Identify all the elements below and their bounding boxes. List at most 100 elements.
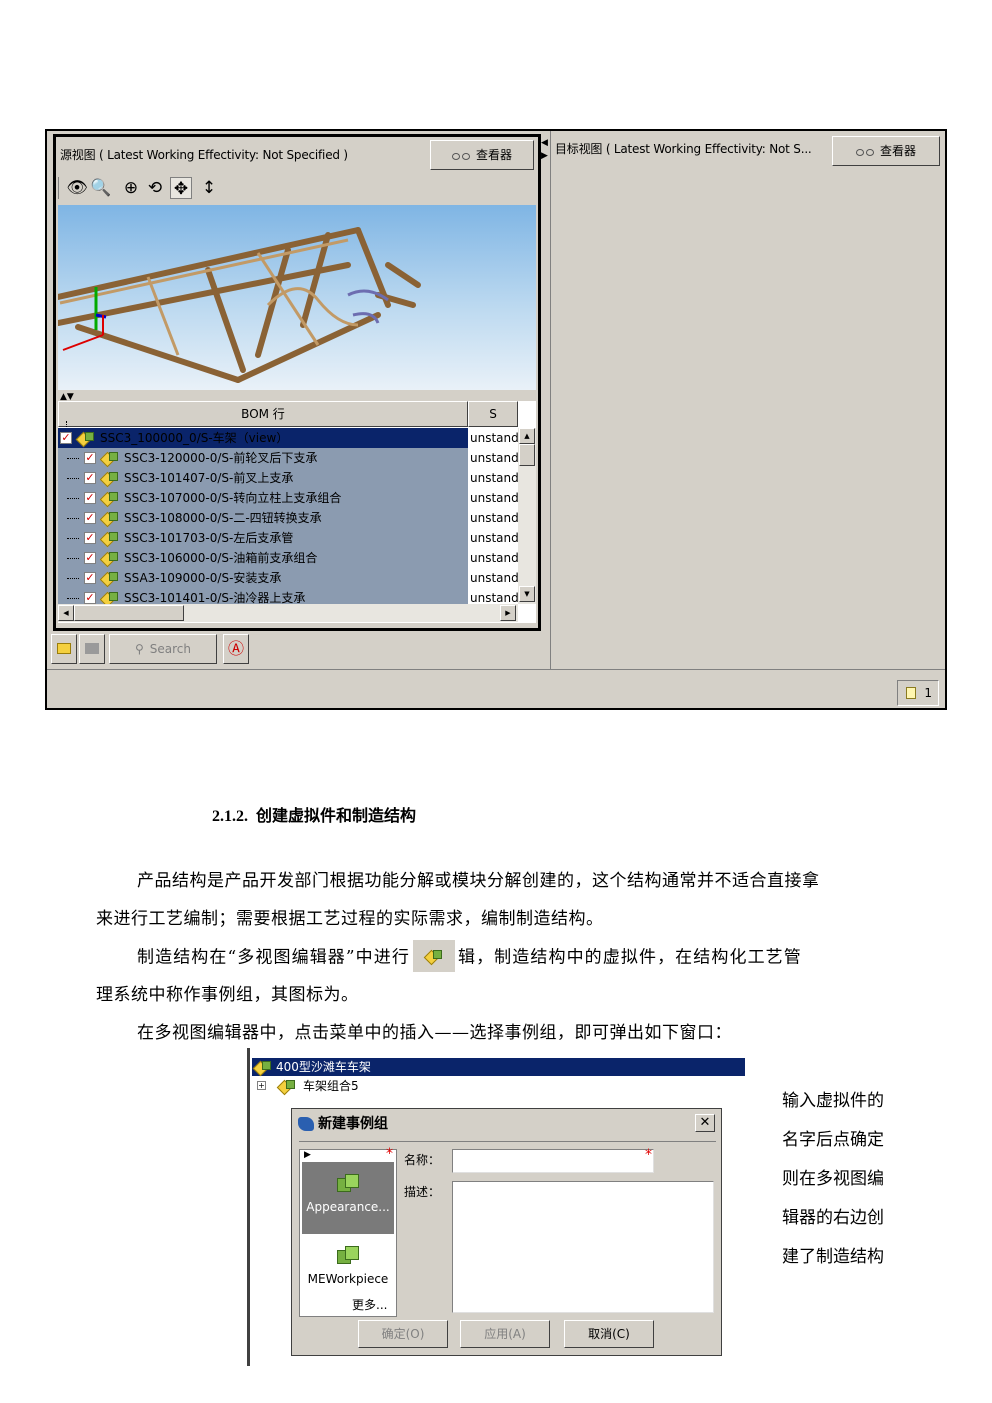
assembly-icon — [102, 591, 118, 605]
bom-column-header[interactable]: BOM 行 — [58, 401, 468, 427]
edit-icon — [412, 940, 455, 972]
table-row[interactable]: ✓ SSC3-101703-0/S-左后支承管 unstand — [58, 528, 518, 548]
p2-text-after: 辑，制造结构中的虚拟件，在结构化工艺管 — [457, 947, 802, 968]
tree-child-label: 车架组合5 — [303, 1079, 359, 1093]
target-view-pane: 目标视图 ( Latest Working Effectivity: Not S… — [550, 131, 943, 669]
horizontal-scrollbar[interactable]: ◀ ▶ — [58, 604, 518, 622]
side-note-line: 辑器的右边创 — [782, 1208, 884, 1228]
row-status: unstand — [470, 571, 518, 585]
page-count: 1 — [897, 680, 939, 706]
checkbox[interactable]: ✓ — [84, 492, 96, 504]
paragraph-2-line-1: 制造结构在“多视图编辑器”中进行 辑，制造结构中的虚拟件，在结构化工艺管 — [137, 940, 802, 974]
3d-viewport[interactable] — [58, 205, 536, 390]
checkbox[interactable]: ✓ — [84, 552, 96, 564]
row-name: SSC3_100000_0/S-车架（view） — [100, 431, 289, 445]
occurrence-group-icon — [337, 1174, 359, 1192]
type-item-meworkpiece[interactable]: MEWorkpiece — [302, 1234, 394, 1304]
type-label: MEWorkpiece — [307, 1272, 389, 1286]
target-viewer-button[interactable]: 查看器 — [832, 136, 940, 166]
row-status: unstand — [470, 531, 518, 545]
glasses-icon — [855, 148, 874, 156]
assembly-icon — [102, 571, 118, 585]
checkbox[interactable]: ✓ — [60, 432, 72, 444]
table-row[interactable]: ✓ SSC3-120000-0/S-前轮叉后下支承 unstand — [58, 448, 518, 468]
pane-toggle-arrows-icon[interactable]: ◀ ▶ — [541, 137, 550, 163]
name-field[interactable] — [452, 1149, 654, 1173]
search-icon: ⚲ — [134, 642, 144, 656]
structure-icon[interactable] — [79, 634, 105, 664]
checkbox[interactable]: ✓ — [84, 512, 96, 524]
scroll-right-icon[interactable]: ▶ — [500, 605, 516, 621]
scroll-left-icon[interactable]: ◀ — [58, 605, 74, 621]
table-row[interactable]: ✓ SSC3-108000-0/S-二-四钮转换支承 unstand — [58, 508, 518, 528]
close-icon[interactable]: ✕ — [695, 1114, 715, 1132]
assembly-icon — [102, 551, 118, 565]
tree-root-node[interactable]: 400型沙滩车车架 — [252, 1058, 745, 1076]
rotate-icon[interactable]: ⟲ — [144, 177, 166, 199]
zoom-icon[interactable]: 🔍 — [90, 177, 112, 199]
status-bar: 1 — [47, 669, 945, 710]
table-row[interactable]: ✓ SSC3_100000_0/S-车架（view） unstand — [58, 428, 518, 448]
row-name: SSA3-109000-0/S-安装支承 — [124, 571, 282, 585]
source-view-pane: 源视图 ( Latest Working Effectivity: Not Sp… — [53, 134, 541, 631]
scroll-up-icon[interactable]: ▲ — [519, 428, 535, 444]
eye-icon[interactable]: 👁 — [66, 177, 88, 199]
search-label: Search — [149, 642, 192, 656]
row-name: SSC3-101703-0/S-左后支承管 — [124, 531, 294, 545]
status-column-header[interactable]: S — [468, 401, 518, 427]
assembly-icon — [102, 511, 118, 525]
cancel-button[interactable]: 取消(C) — [564, 1320, 654, 1348]
required-marker: * — [645, 1147, 652, 1163]
side-note-line: 名字后点确定 — [782, 1130, 884, 1150]
table-row[interactable]: ✓ SSC3-101407-0/S-前叉上支承 unstand — [58, 468, 518, 488]
checkbox[interactable]: ✓ — [84, 592, 96, 604]
ok-button[interactable]: 确定(O) — [358, 1320, 448, 1348]
type-item-appearance[interactable]: Appearance... — [302, 1162, 394, 1234]
row-name: SSC3-108000-0/S-二-四钮转换支承 — [124, 511, 322, 525]
description-field[interactable] — [452, 1181, 714, 1313]
pan-icon[interactable]: ✥ — [170, 177, 192, 199]
vertical-move-icon[interactable]: ↕ — [198, 177, 220, 199]
checkbox[interactable]: ✓ — [84, 532, 96, 544]
required-marker: * — [386, 1146, 393, 1162]
assembly-icon — [102, 491, 118, 505]
source-viewer-button[interactable]: 查看器 — [430, 140, 534, 170]
tree-child-node[interactable]: + 车架组合5 — [257, 1077, 359, 1095]
occurrence-group-icon — [337, 1246, 359, 1264]
folder-icon[interactable] — [51, 634, 77, 664]
row-status: unstand — [470, 491, 518, 505]
row-status: unstand — [470, 511, 518, 525]
letter-a-icon[interactable]: Ⓐ — [223, 634, 249, 664]
row-status: unstand — [470, 551, 518, 565]
more-link[interactable]: 更多... — [352, 1296, 387, 1313]
checkbox[interactable]: ✓ — [84, 472, 96, 484]
paragraph-3: 在多视图编辑器中，点击菜单中的插入——选择事例组，即可弹出如下窗口： — [137, 1023, 732, 1043]
assembly-icon — [102, 451, 118, 465]
heading-text: 创建虚拟件和制造结构 — [256, 806, 417, 825]
table-row[interactable]: ✓ SSC3-106000-0/S-油箱前支承组合 unstand — [58, 548, 518, 568]
checkbox[interactable]: ✓ — [84, 572, 96, 584]
apply-button[interactable]: 应用(A) — [460, 1320, 550, 1348]
expand-icon[interactable]: + — [257, 1081, 266, 1090]
name-label: 名称： — [404, 1153, 441, 1167]
viewer-label: 查看器 — [879, 144, 916, 158]
type-list: ▶ * Appearance... MEWorkpiece 更多... — [299, 1146, 397, 1317]
row-status: unstand — [470, 451, 518, 465]
scroll-thumb[interactable] — [519, 444, 535, 466]
table-row[interactable]: ✓ SSC3-107000-0/S-转向立柱上支承组合 unstand — [58, 488, 518, 508]
scroll-thumb[interactable] — [74, 605, 184, 621]
checkbox[interactable]: ✓ — [84, 452, 96, 464]
type-label: Appearance... — [306, 1200, 390, 1214]
paragraph-2-line-2: 理系统中称作事例组，其图标为。 — [96, 985, 359, 1005]
search-button[interactable]: ⚲ Search — [109, 634, 217, 664]
table-row[interactable]: ✓ SSA3-109000-0/S-安装支承 unstand — [58, 568, 518, 588]
row-name: SSC3-106000-0/S-油箱前支承组合 — [124, 551, 318, 565]
target-view-header: 目标视图 ( Latest Working Effectivity: Not S… — [555, 142, 812, 156]
p2-text-before: 制造结构在“多视图编辑器”中进行 — [137, 947, 410, 968]
multi-view-editor-screenshot: 源视图 ( Latest Working Effectivity: Not Sp… — [45, 129, 947, 710]
fit-icon[interactable]: ⊕ — [120, 177, 142, 199]
assembly-icon — [78, 431, 94, 445]
source-view-header: 源视图 ( Latest Working Effectivity: Not Sp… — [60, 148, 348, 162]
scroll-down-icon[interactable]: ▼ — [519, 586, 535, 602]
vertical-scrollbar[interactable]: ▲ ▼ — [518, 428, 536, 604]
